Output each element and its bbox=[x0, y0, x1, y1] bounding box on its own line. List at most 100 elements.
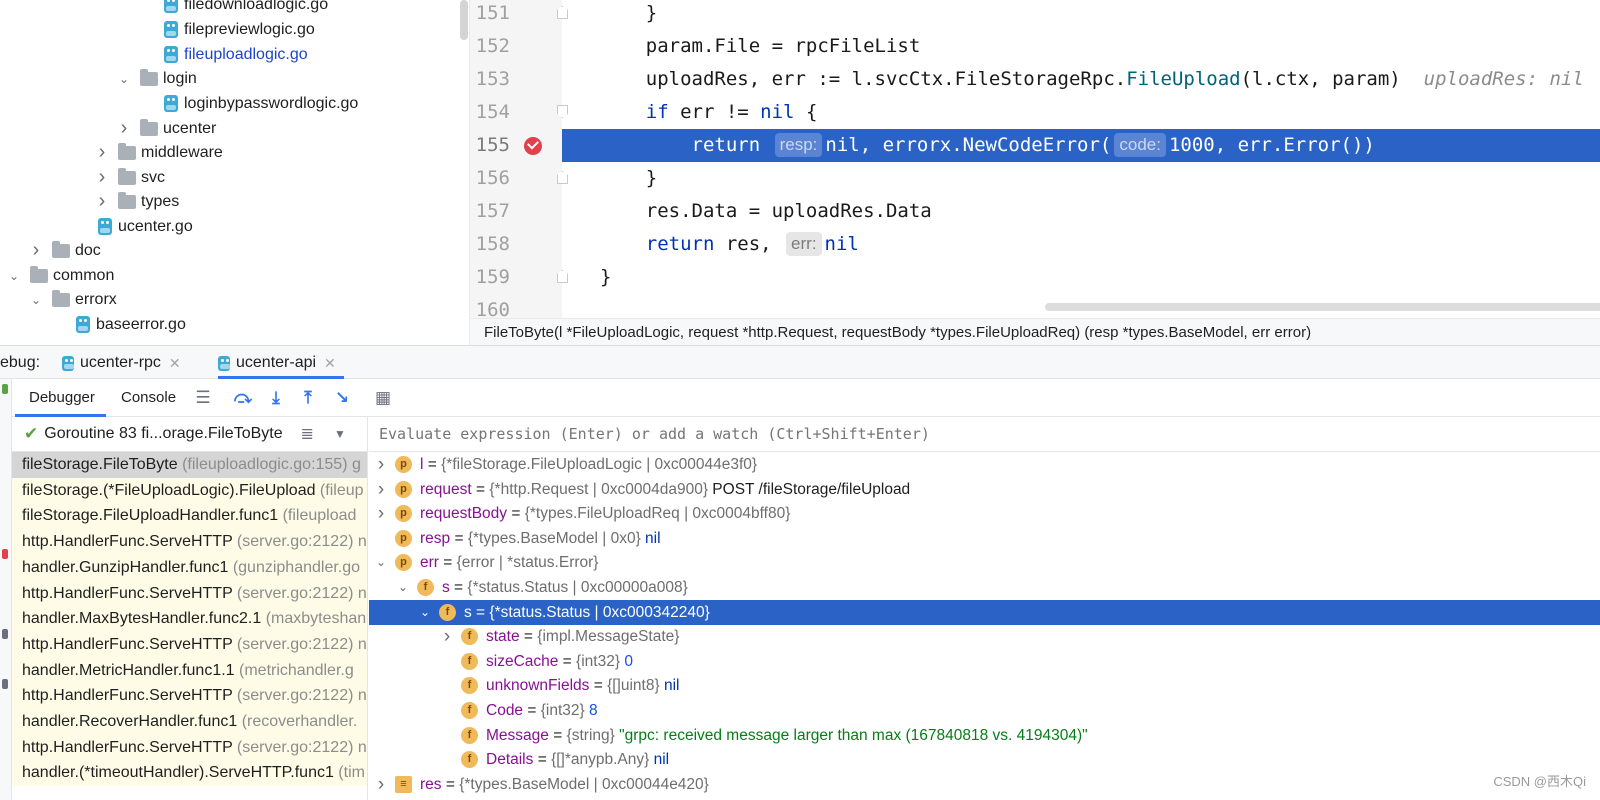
line-number[interactable]: 152 bbox=[470, 30, 510, 63]
tree-item[interactable]: fileuploadlogic.go bbox=[164, 42, 308, 67]
chevron-right-icon[interactable]: › bbox=[375, 501, 387, 526]
fold-marker-icon[interactable] bbox=[557, 105, 568, 118]
stack-frame[interactable]: http.HandlerFunc.ServeHTTP (server.go:21… bbox=[12, 580, 367, 607]
chevron-right-icon[interactable]: › bbox=[375, 452, 387, 477]
tree-item[interactable]: filedownloadlogic.go bbox=[164, 0, 328, 17]
stack-frame[interactable]: fileStorage.(*FileUploadLogic).FileUploa… bbox=[12, 477, 367, 504]
variable-row[interactable]: f sizeCache = {int32} 0 bbox=[369, 649, 1600, 674]
chevron-right-icon[interactable]: › bbox=[96, 141, 108, 163]
variable-row[interactable]: › p l = {*fileStorage.FileUploadLogic | 0x… bbox=[369, 452, 1600, 477]
tree-item[interactable]: loginbypasswordlogic.go bbox=[164, 91, 358, 116]
chevron-down-icon[interactable]: ⌄ bbox=[8, 269, 20, 283]
resume-icon[interactable] bbox=[2, 384, 8, 394]
stack-frame[interactable]: handler.MaxBytesHandler.func2.1 (maxbyte… bbox=[12, 606, 367, 633]
fold-marker-icon[interactable] bbox=[557, 270, 568, 283]
stack-frame[interactable]: handler.(*timeoutHandler).ServeHTTP.func… bbox=[12, 760, 367, 787]
evaluate-expression-input[interactable] bbox=[369, 417, 1600, 452]
stack-frame[interactable]: fileStorage.FileUploadHandler.func1 (fil… bbox=[12, 503, 367, 530]
chevron-right-icon[interactable]: › bbox=[375, 477, 387, 502]
code-line[interactable]: 157 res.Data = uploadRes.Data bbox=[470, 195, 1600, 228]
step-out-icon[interactable]: ⤒ bbox=[298, 388, 318, 408]
code-line[interactable]: 156 } bbox=[470, 162, 1600, 195]
stack-frame[interactable]: handler.RecoverHandler.func1 (recoverhan… bbox=[12, 709, 367, 735]
variable-row[interactable]: f Message = {string} "grpc: received mess… bbox=[369, 723, 1600, 748]
stack-frame[interactable]: fileStorage.FileToByte (fileuploadlogic.… bbox=[12, 452, 367, 478]
stack-frame[interactable]: handler.GunzipHandler.func1 (gunziphandl… bbox=[12, 554, 367, 581]
chevron-right-icon[interactable]: › bbox=[30, 239, 42, 261]
layout-menu-icon[interactable]: ☰ bbox=[193, 388, 213, 408]
variable-row[interactable]: ⌄ f s = {*status.Status | 0xc00000a008} bbox=[369, 575, 1600, 600]
variable-row[interactable]: f unknownFields = {[]uint8} nil bbox=[369, 673, 1600, 698]
code-line[interactable]: 154 if err != nil { bbox=[470, 96, 1600, 129]
tree-item[interactable]: ⌄ common bbox=[8, 263, 114, 288]
tree-item[interactable]: › types bbox=[96, 189, 180, 214]
editor-horizontal-scrollbar[interactable] bbox=[1045, 303, 1600, 311]
line-number[interactable]: 155 bbox=[470, 129, 510, 162]
tab-debugger[interactable]: Debugger bbox=[29, 379, 95, 417]
tree-item[interactable]: baseerror.go bbox=[76, 312, 186, 337]
line-number[interactable]: 160 bbox=[470, 294, 510, 318]
stop-icon[interactable] bbox=[2, 549, 8, 559]
variable-row[interactable]: p resp = {*types.BaseModel | 0x0} nil bbox=[369, 526, 1600, 551]
filter-icon[interactable]: ≣ bbox=[301, 424, 314, 444]
stack-frame[interactable]: http.HandlerFunc.ServeHTTP (server.go:21… bbox=[12, 529, 367, 556]
stack-frame[interactable]: handler.MetricHandler.func1.1 (metrichan… bbox=[12, 657, 367, 684]
chevron-down-icon[interactable]: ⌄ bbox=[419, 600, 431, 625]
view-breakpoints-icon[interactable] bbox=[2, 679, 8, 689]
code-line[interactable]: 151 } bbox=[470, 0, 1600, 30]
chevron-down-icon[interactable]: ⌄ bbox=[397, 575, 409, 600]
line-number[interactable]: 154 bbox=[470, 96, 510, 129]
breakpoint-icon[interactable] bbox=[524, 137, 542, 155]
code-line[interactable]: 155 return resp: nil, errorx.NewCodeError… bbox=[470, 129, 1600, 162]
tree-item[interactable]: › middleware bbox=[96, 140, 223, 165]
tree-item[interactable]: filepreviewlogic.go bbox=[164, 17, 315, 42]
mute-breakpoints-icon[interactable] bbox=[2, 629, 8, 639]
line-number[interactable]: 151 bbox=[470, 0, 510, 30]
chevron-down-icon[interactable]: ⌄ bbox=[30, 293, 42, 307]
editor-breadcrumb[interactable]: FileToByte(l *FileUploadLogic, request *… bbox=[470, 318, 1600, 345]
chevron-down-icon[interactable]: ⌄ bbox=[118, 72, 130, 86]
project-tree-scrollbar[interactable] bbox=[460, 0, 468, 40]
chevron-down-icon[interactable]: ▼ bbox=[334, 427, 346, 441]
code-line[interactable]: 152 param.File = rpcFileList bbox=[470, 30, 1600, 63]
code-line[interactable]: 153 uploadRes, err := l.svcCtx.FileStora… bbox=[470, 63, 1600, 96]
tab-ucenter-rpc[interactable]: ucenter-rpc ✕ bbox=[62, 346, 181, 380]
tree-item[interactable]: ⌄ errorx bbox=[30, 287, 117, 312]
variable-row[interactable]: › ≡ res = {*types.BaseModel | 0xc00044e420… bbox=[369, 772, 1600, 797]
tab-ucenter-api[interactable]: ucenter-api ✕ bbox=[218, 346, 336, 380]
step-into-icon[interactable]: ⤓ bbox=[266, 388, 286, 408]
code-editor[interactable]: 151 } 152 param.File = rpcFileList 153 upl… bbox=[470, 0, 1600, 318]
run-to-cursor-icon[interactable]: ↘ bbox=[332, 388, 352, 408]
stack-frame[interactable]: http.HandlerFunc.ServeHTTP (server.go:21… bbox=[12, 734, 367, 761]
variable-row[interactable]: ⌄ f s = {*status.Status | 0xc000342240} bbox=[369, 599, 1600, 625]
tab-console[interactable]: Console bbox=[121, 379, 176, 417]
code-line[interactable]: 158 return res, err: nil bbox=[470, 228, 1600, 261]
chevron-right-icon[interactable]: › bbox=[96, 190, 108, 212]
fold-marker-icon[interactable] bbox=[557, 171, 568, 184]
chevron-right-icon[interactable]: › bbox=[441, 624, 453, 649]
code-line[interactable]: 159} bbox=[470, 261, 1600, 294]
step-over-icon[interactable]: ⤼ bbox=[233, 388, 253, 408]
evaluate-expression-icon[interactable]: ▦ bbox=[373, 388, 393, 408]
line-number[interactable]: 159 bbox=[470, 261, 510, 294]
variable-row[interactable]: f Code = {int32} 8 bbox=[369, 698, 1600, 723]
stack-frame[interactable]: http.HandlerFunc.ServeHTTP (server.go:21… bbox=[12, 631, 367, 658]
variable-row[interactable]: › p requestBody = {*types.FileUploadReq | … bbox=[369, 501, 1600, 526]
tree-item[interactable]: › svc bbox=[96, 165, 165, 190]
fold-marker-icon[interactable] bbox=[557, 6, 568, 19]
tree-item[interactable]: ucenter.go bbox=[98, 214, 193, 239]
line-number[interactable]: 158 bbox=[470, 228, 510, 261]
line-number[interactable]: 156 bbox=[470, 162, 510, 195]
variable-row[interactable]: f Details = {[]*anypb.Any} nil bbox=[369, 747, 1600, 772]
close-icon[interactable]: ✕ bbox=[324, 355, 336, 372]
thread-selector[interactable]: ✔ Goroutine 83 fi...orage.FileToByte ≣ ▼ bbox=[12, 417, 367, 452]
tree-item[interactable]: › doc bbox=[30, 238, 101, 263]
variable-row[interactable]: › p request = {*http.Request | 0xc0004da90… bbox=[369, 477, 1600, 502]
variable-row[interactable]: › f state = {impl.MessageState} bbox=[369, 624, 1600, 649]
chevron-right-icon[interactable]: › bbox=[96, 166, 108, 188]
tree-item[interactable]: ⌄ login bbox=[118, 66, 197, 91]
chevron-down-icon[interactable]: ⌄ bbox=[375, 550, 387, 575]
close-icon[interactable]: ✕ bbox=[169, 355, 181, 372]
variable-row[interactable]: ⌄ p err = {error | *status.Error} bbox=[369, 550, 1600, 575]
chevron-right-icon[interactable]: › bbox=[375, 772, 387, 797]
